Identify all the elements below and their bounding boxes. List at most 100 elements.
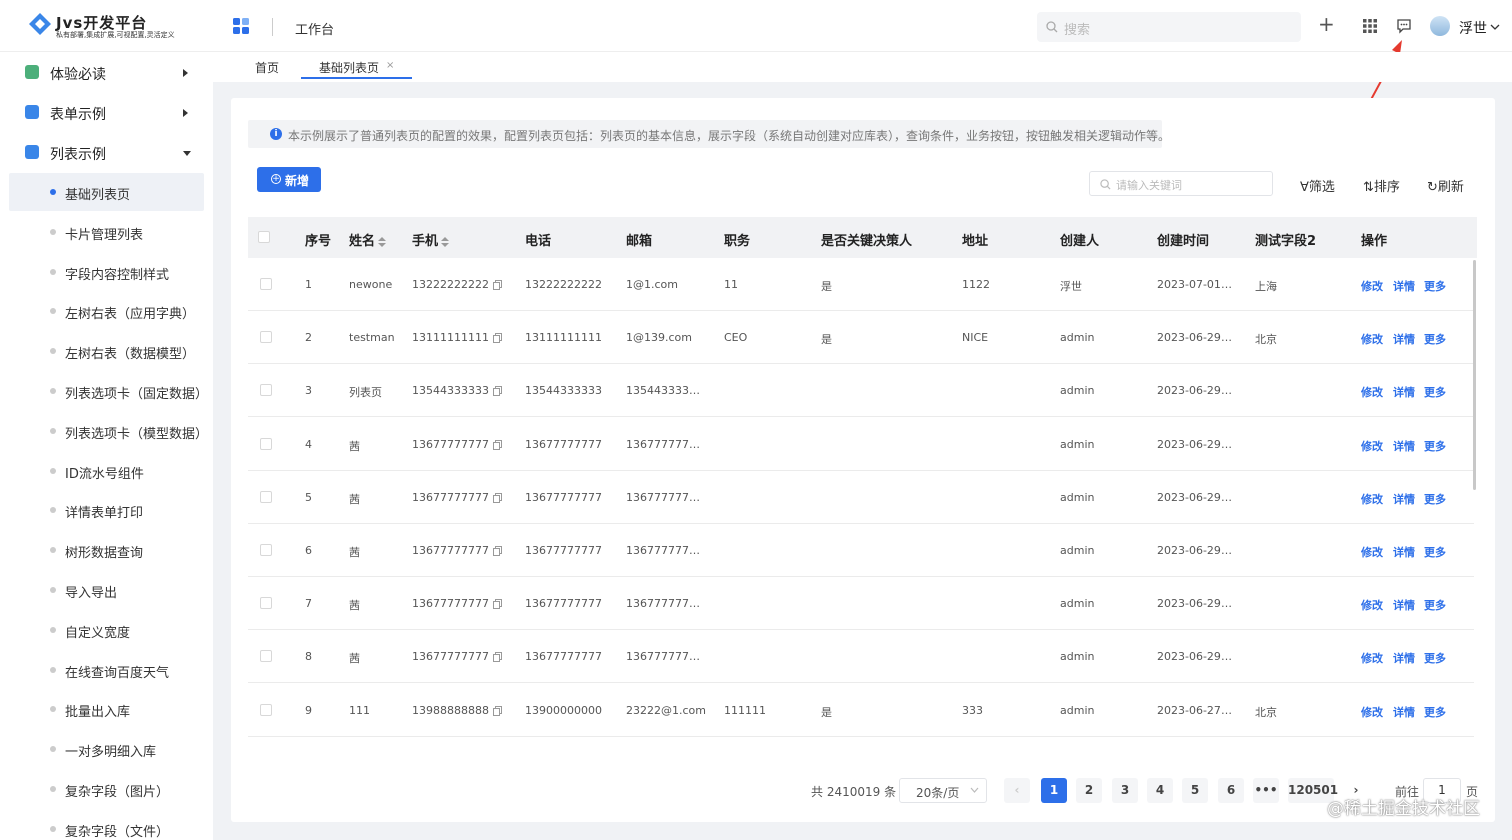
table-row[interactable]: 9 111 13988888888 13900000000 23222@1.com 111…: [248, 684, 1474, 737]
page-button[interactable]: 3: [1112, 778, 1138, 803]
detail-link[interactable]: 详情: [1393, 384, 1415, 400]
page-ellipsis[interactable]: •••: [1253, 778, 1279, 803]
column-header-sortable[interactable]: 姓名: [349, 230, 387, 249]
sidebar-item[interactable]: 字段内容控制样式: [9, 253, 204, 291]
avatar[interactable]: [1430, 16, 1450, 36]
sidebar-item[interactable]: ID流水号组件: [9, 452, 204, 490]
edit-link[interactable]: 修改: [1361, 384, 1383, 400]
sidebar-item[interactable]: 详情表单打印: [9, 491, 204, 529]
column-header-sortable[interactable]: 手机: [412, 230, 450, 249]
global-search-input[interactable]: 搜索: [1037, 12, 1301, 42]
detail-link[interactable]: 详情: [1393, 704, 1415, 720]
copy-icon[interactable]: [492, 333, 502, 344]
detail-link[interactable]: 详情: [1393, 650, 1415, 666]
page-button[interactable]: 1: [1041, 778, 1067, 803]
edit-link[interactable]: 修改: [1361, 704, 1383, 720]
row-checkbox[interactable]: [260, 437, 272, 450]
row-checkbox[interactable]: [260, 544, 272, 556]
tab-close-icon[interactable]: ×: [386, 60, 394, 71]
table-row[interactable]: 2 testman 13111111111 13111111111 1@139.com C…: [248, 311, 1474, 365]
detail-link[interactable]: 详情: [1393, 438, 1415, 454]
page-button[interactable]: 6: [1218, 778, 1244, 803]
table-row[interactable]: 4 茜 13677777777 13677777777 13677777777... ad…: [248, 418, 1474, 471]
detail-link[interactable]: 详情: [1393, 491, 1415, 507]
sidebar-item[interactable]: 在线查询百度天气: [9, 651, 204, 689]
sidebar-item[interactable]: 复杂字段（图片）: [9, 770, 204, 808]
table-row[interactable]: 3 列表页 13544333333 13544333333 13544333333...…: [248, 364, 1474, 418]
sidebar-item[interactable]: 树形数据查询: [9, 531, 204, 569]
more-link[interactable]: 更多: [1424, 650, 1446, 666]
more-link[interactable]: 更多: [1424, 597, 1446, 613]
workbench-link[interactable]: 工作台: [295, 19, 334, 38]
sidebar-item[interactable]: 导入导出: [9, 571, 204, 609]
page-size-select[interactable]: 20条/页: [899, 778, 987, 803]
tab-basic-list[interactable]: 基础列表页: [319, 59, 379, 76]
edit-link[interactable]: 修改: [1361, 544, 1383, 560]
more-link[interactable]: 更多: [1424, 331, 1446, 347]
row-checkbox[interactable]: [260, 650, 272, 663]
sort-button[interactable]: ⇅排序: [1363, 176, 1400, 195]
more-link[interactable]: 更多: [1424, 544, 1446, 560]
detail-link[interactable]: 详情: [1393, 544, 1415, 560]
user-name[interactable]: 浮世: [1459, 18, 1487, 38]
module-switch-icon[interactable]: [233, 18, 249, 34]
more-link[interactable]: 更多: [1424, 278, 1446, 294]
sidebar-item[interactable]: 一对多明细入库: [9, 730, 204, 768]
copy-icon[interactable]: [492, 492, 502, 503]
more-link[interactable]: 更多: [1424, 384, 1446, 400]
table-row[interactable]: 6 茜 13677777777 13677777777 13677777777... ad…: [248, 524, 1474, 577]
copy-icon[interactable]: [492, 280, 502, 290]
sidebar-item[interactable]: 基础列表页: [9, 173, 204, 211]
table-row[interactable]: 5 茜 13677777777 13677777777 13677777777... ad…: [248, 471, 1474, 524]
row-checkbox[interactable]: [260, 597, 272, 610]
sidebar-item[interactable]: 自定义宽度: [9, 611, 204, 649]
edit-link[interactable]: 修改: [1361, 650, 1383, 666]
detail-link[interactable]: 详情: [1393, 331, 1415, 347]
message-icon[interactable]: [1396, 18, 1412, 34]
table-row[interactable]: 1 newone 13222222222 13222222222 1@1.com 11 是 1…: [248, 258, 1474, 311]
edit-link[interactable]: 修改: [1361, 278, 1383, 294]
more-link[interactable]: 更多: [1424, 491, 1446, 507]
edit-link[interactable]: 修改: [1361, 597, 1383, 613]
table-row[interactable]: 8 茜 13677777777 13677777777 13677777777... ad…: [248, 630, 1474, 684]
copy-icon[interactable]: [492, 386, 502, 397]
page-button[interactable]: 2: [1076, 778, 1102, 803]
copy-icon[interactable]: [492, 652, 502, 663]
apps-grid-icon[interactable]: [1363, 19, 1377, 33]
edit-link[interactable]: 修改: [1361, 491, 1383, 507]
sidebar-item[interactable]: 列表选项卡（模型数据）: [9, 412, 208, 450]
prev-page-button[interactable]: ‹: [1004, 778, 1030, 803]
chevron-down-icon[interactable]: [1490, 22, 1500, 32]
row-checkbox[interactable]: [260, 490, 272, 503]
sidebar-group-lists[interactable]: 列表示例: [0, 133, 213, 173]
edit-link[interactable]: 修改: [1361, 331, 1383, 347]
filter-button[interactable]: ∀筛选: [1300, 176, 1335, 195]
row-checkbox[interactable]: [260, 278, 272, 290]
edit-link[interactable]: 修改: [1361, 438, 1383, 454]
vertical-scrollbar[interactable]: [1473, 260, 1476, 490]
refresh-button[interactable]: ↻刷新: [1427, 176, 1464, 195]
select-all-checkbox[interactable]: [258, 231, 270, 243]
plus-icon[interactable]: +: [1318, 14, 1335, 34]
copy-icon[interactable]: [492, 439, 502, 450]
add-button[interactable]: + 新增: [257, 167, 321, 192]
copy-icon[interactable]: [492, 546, 502, 556]
copy-icon[interactable]: [492, 705, 502, 716]
keyword-search-input[interactable]: 请输入关键词: [1089, 171, 1273, 196]
tab-home[interactable]: 首页: [255, 59, 279, 76]
sidebar-item[interactable]: 复杂字段（文件）: [9, 810, 204, 840]
more-link[interactable]: 更多: [1424, 704, 1446, 720]
table-row[interactable]: 7 茜 13677777777 13677777777 13677777777... ad…: [248, 577, 1474, 631]
sidebar-item[interactable]: 批量出入库: [9, 690, 204, 728]
sidebar-group-forms[interactable]: 表单示例: [0, 93, 213, 133]
row-checkbox[interactable]: [260, 384, 272, 397]
copy-icon[interactable]: [492, 599, 502, 610]
row-checkbox[interactable]: [260, 703, 272, 716]
app-logo[interactable]: Jvs开发平台 私有部署,集成扩展,可视配置,灵活定义: [28, 12, 188, 40]
more-link[interactable]: 更多: [1424, 438, 1446, 454]
detail-link[interactable]: 详情: [1393, 597, 1415, 613]
row-checkbox[interactable]: [260, 331, 272, 344]
sidebar-group-guide[interactable]: 体验必读: [0, 53, 213, 93]
sidebar-item[interactable]: 列表选项卡（固定数据）: [9, 372, 208, 410]
sidebar-item[interactable]: 左树右表（数据模型）: [9, 332, 204, 370]
